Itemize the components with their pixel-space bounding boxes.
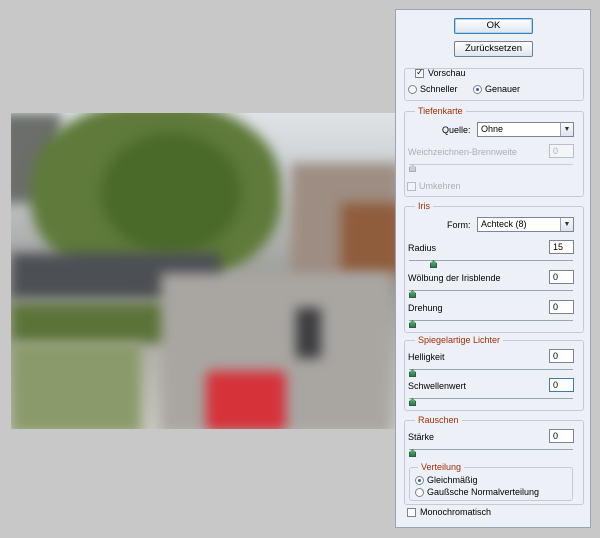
depth-map-title: Tiefenkarte [415,106,466,116]
uniform-radio[interactable] [415,476,424,485]
blur-focal-input[interactable]: 0 [549,144,574,158]
amount-input[interactable]: 0 [549,429,574,443]
threshold-label: Schwellenwert [408,381,467,391]
iris-group: Iris Form: Achteck (8) ▼ Radius 15 Wölbu… [404,201,584,333]
rotation-slider-handle[interactable] [409,320,416,328]
rotation-label: Drehung [408,303,443,313]
preview-label: Vorschau [428,68,466,78]
faster-radio[interactable] [408,85,417,94]
iris-title: Iris [415,201,433,211]
shape-value: Achteck (8) [481,219,527,229]
gaussian-label: Gaußsche Normalverteilung [427,487,540,497]
noise-group: Rauschen Stärke 0 Verteilung Gleichmäßig… [404,415,584,505]
gaussian-radio[interactable] [415,488,424,497]
threshold-slider-handle[interactable] [409,398,416,406]
specular-group: Spiegelartige Lichter Helligkeit 0 Schwe… [404,335,584,411]
chevron-down-icon: ▼ [560,123,573,136]
threshold-slider-track[interactable] [409,398,573,399]
brightness-slider-handle[interactable] [409,369,416,377]
ok-button[interactable]: OK [454,18,533,34]
invert-label: Umkehren [419,181,461,191]
invert-checkbox[interactable] [407,182,416,191]
monochrome-label: Monochromatisch [420,507,492,517]
source-select[interactable]: Ohne ▼ [477,122,574,137]
reset-button[interactable]: Zurücksetzen [454,41,533,57]
depth-map-group: Tiefenkarte Quelle: Ohne ▼ Weichzeichnen… [404,106,584,197]
radius-input[interactable]: 15 [549,240,574,254]
brightness-label: Helligkeit [408,352,445,362]
threshold-input[interactable]: 0 [549,378,574,392]
monochrome-checkbox[interactable] [407,508,416,517]
distribution-group: Verteilung Gleichmäßig Gaußsche Normalve… [409,462,573,501]
brightness-slider-track[interactable] [409,369,573,370]
source-label: Quelle: [442,125,471,135]
blur-focal-slider-handle[interactable] [409,164,416,172]
radius-slider-handle[interactable] [430,260,437,268]
radius-label: Radius [408,243,437,253]
amount-slider-handle[interactable] [409,449,416,457]
rotation-input[interactable]: 0 [549,300,574,314]
distribution-title: Verteilung [418,462,465,472]
lens-blur-panel: OK Zurücksetzen Vorschau Schneller Genau… [395,9,591,528]
rotation-slider-track[interactable] [409,320,573,321]
preview-image [11,113,395,429]
amount-slider-track[interactable] [409,449,573,450]
more-accurate-radio[interactable] [473,85,482,94]
preview-group: Vorschau Schneller Genauer [404,67,584,101]
specular-title: Spiegelartige Lichter [415,335,504,345]
shape-label: Form: [447,220,471,230]
preview-checkbox[interactable] [415,67,424,78]
chevron-down-icon: ▼ [560,218,573,231]
faster-label: Schneller [420,84,458,94]
blur-focal-label: Weichzeichnen-Brennweite [408,147,517,157]
noise-title: Rauschen [415,415,462,425]
source-value: Ohne [481,124,504,134]
more-accurate-label: Genauer [485,84,521,94]
curvature-input[interactable]: 0 [549,270,574,284]
curvature-slider-track[interactable] [409,290,573,291]
brightness-input[interactable]: 0 [549,349,574,363]
curvature-slider-handle[interactable] [409,290,416,298]
blur-focal-slider-track[interactable] [409,164,573,165]
shape-select[interactable]: Achteck (8) ▼ [477,217,574,232]
uniform-label: Gleichmäßig [427,475,478,485]
amount-label: Stärke [408,432,435,442]
curvature-label: Wölbung der Irisblende [408,273,501,283]
